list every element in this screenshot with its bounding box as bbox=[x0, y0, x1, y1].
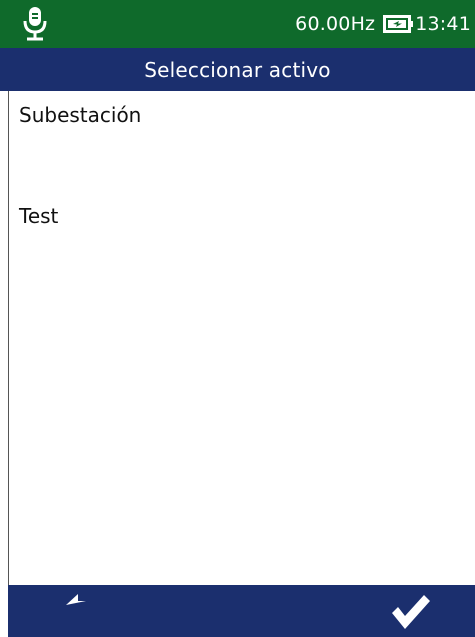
status-bar: 60.00Hz 13:41 bbox=[0, 0, 475, 48]
list-item-test[interactable]: Test bbox=[19, 204, 58, 228]
bottom-action-bar bbox=[8, 585, 475, 637]
list-item-subestacion[interactable]: Subestación bbox=[19, 103, 141, 127]
microphone-icon bbox=[23, 7, 47, 41]
page-title: Seleccionar activo bbox=[144, 57, 331, 82]
status-right-group: 60.00Hz 13:41 bbox=[295, 0, 471, 48]
battery-icon bbox=[383, 15, 414, 33]
asset-list: Subestación Test bbox=[8, 91, 475, 585]
device-screen: 60.00Hz 13:41 Seleccionar activo Subesta… bbox=[0, 0, 475, 637]
back-arrow-icon[interactable] bbox=[64, 594, 108, 630]
checkmark-icon[interactable] bbox=[388, 593, 432, 631]
battery-time-group: 13:41 bbox=[383, 13, 471, 35]
clock-time: 13:41 bbox=[415, 13, 471, 35]
title-bar: Seleccionar activo bbox=[0, 48, 475, 91]
frequency-readout: 60.00Hz bbox=[295, 13, 376, 35]
